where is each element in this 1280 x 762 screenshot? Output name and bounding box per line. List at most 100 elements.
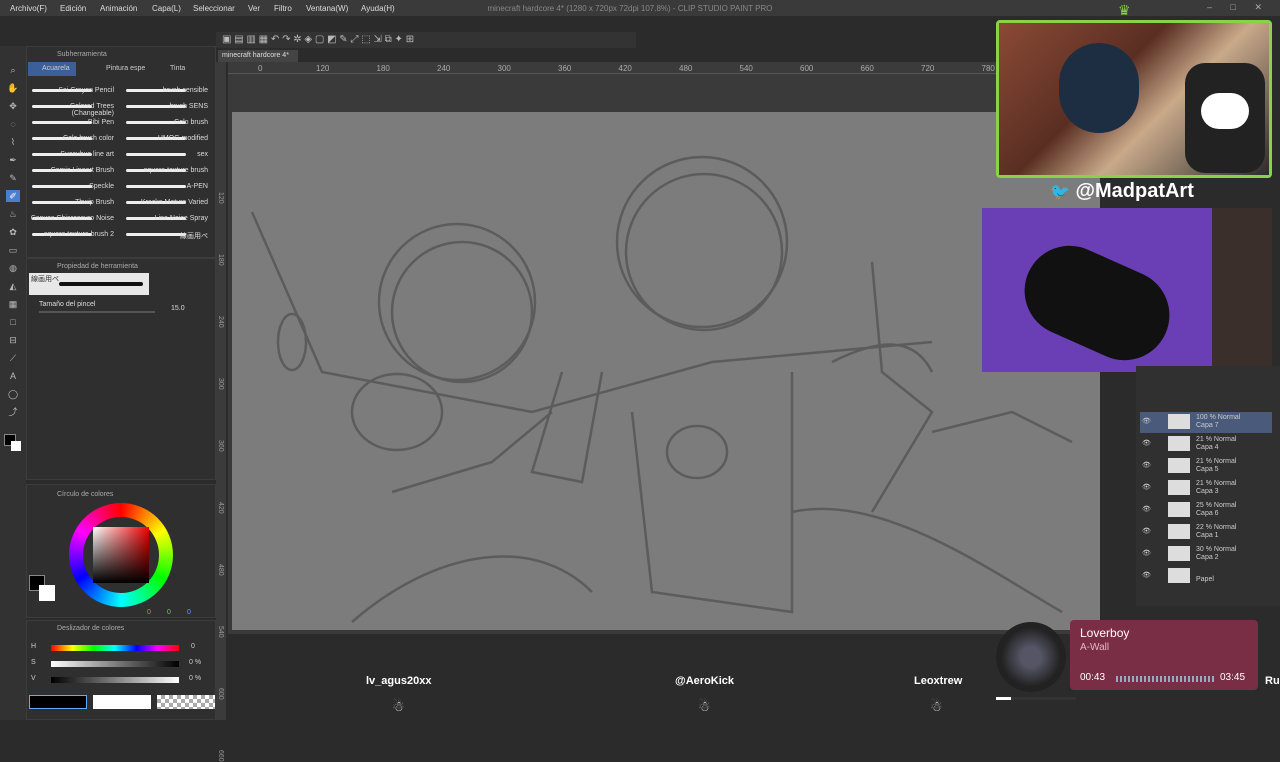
layer-row[interactable]: 👁 100 % Normal Capa 7 (1140, 412, 1272, 433)
blend-icon[interactable]: ◍ (6, 262, 20, 274)
visibility-eye-icon[interactable]: 👁 (1142, 527, 1151, 535)
move-icon[interactable]: ✥ (6, 100, 20, 112)
document-tab[interactable]: minecraft hardcore 4* (218, 50, 298, 62)
text-icon[interactable]: A (6, 370, 20, 382)
command-icons[interactable]: ▣ ▤ ▥ ▦ ↶ ↷ ✲ ◈ ▢ ◩ ✎ ⤢ ⬚ ⇲ ⧉ ✦ ⊞ (222, 34, 414, 45)
lasso-icon[interactable]: ◌ (6, 118, 20, 130)
brush-item[interactable]: Comic Lineart Brush (28, 167, 114, 174)
gradient-icon[interactable]: ▦ (6, 298, 20, 310)
layer-row[interactable]: 👁 25 % Normal Capa 6 (1140, 500, 1272, 521)
menu-edicion[interactable]: Edición (60, 4, 86, 13)
transparent-color-box[interactable] (157, 695, 215, 709)
menu-archivo[interactable]: Archivo(F) (10, 4, 47, 13)
brush-item[interactable]: Kracka Mature Varied (122, 199, 208, 206)
sub-color-swatch[interactable] (11, 441, 21, 451)
window-controls[interactable]: – □ ✕ (1207, 2, 1270, 13)
balloon-icon[interactable]: ◯ (6, 388, 20, 400)
cat-photo (1010, 231, 1184, 375)
slider-h-label: H (31, 643, 37, 650)
visibility-eye-icon[interactable]: 👁 (1142, 571, 1151, 579)
tab-pintura-especial[interactable]: Pintura espe (92, 62, 151, 76)
visibility-eye-icon[interactable]: 👁 (1142, 439, 1151, 447)
pen-icon[interactable]: ✒ (6, 154, 20, 166)
pencil-icon[interactable]: ✎ (6, 172, 20, 184)
hand-icon[interactable]: ✋ (6, 82, 20, 94)
brush-size-slider[interactable] (39, 311, 155, 313)
ruler-tick: 600 (800, 64, 814, 73)
layer-row[interactable]: 👁 21 % Normal Capa 5 (1140, 456, 1272, 477)
brush-item[interactable]: A-PEN (122, 183, 208, 190)
eyedropper-icon[interactable]: ⌇ (6, 136, 20, 148)
brush-item[interactable]: square texture brush 2 (28, 231, 114, 238)
sketch-drawing (250, 155, 1073, 623)
drawing-canvas[interactable] (232, 112, 1100, 630)
brush-item[interactable]: Canvas Chiaroscuro Noise (28, 215, 114, 222)
main-color-box[interactable] (29, 695, 87, 709)
layer-row[interactable]: 👁 Papel (1140, 566, 1272, 587)
decoration-icon[interactable]: ✿ (6, 226, 20, 238)
saturation-square[interactable] (93, 527, 149, 583)
avatar-sprite-3: ☃ (930, 698, 943, 714)
airbrush-icon[interactable]: ♨ (6, 208, 20, 220)
brush-size-label: Tamaño del pincel (39, 301, 96, 308)
menu-seleccionar[interactable]: Seleccionar (193, 4, 235, 13)
brush-item[interactable]: 線画用ペ (122, 231, 208, 241)
layer-row[interactable]: 👁 22 % Normal Capa 1 (1140, 522, 1272, 543)
sub-color-chip[interactable] (39, 585, 55, 601)
value-slider[interactable] (51, 677, 179, 683)
layer-row[interactable]: 👁 30 % Normal Capa 2 (1140, 544, 1272, 565)
brush-item[interactable]: square texture brush (122, 167, 208, 174)
layer-thumbnail (1168, 414, 1190, 429)
layer-name: Papel (1196, 576, 1214, 583)
brush-item[interactable]: Thwip Brush (28, 199, 114, 206)
eraser-icon[interactable]: ▭ (6, 244, 20, 256)
brush-item[interactable]: Bibi Pen (28, 119, 114, 126)
visibility-eye-icon[interactable]: 👁 (1142, 549, 1151, 557)
brush-item[interactable]: Sai Crayon Pencil (28, 87, 114, 94)
layer-row[interactable]: 👁 21 % Normal Capa 4 (1140, 434, 1272, 455)
menu-filtro[interactable]: Filtro (274, 4, 292, 13)
brush-item[interactable]: Colored Trees (Changeable) (28, 103, 114, 117)
saturation-slider[interactable] (51, 661, 179, 667)
brush-item[interactable]: brush SENS (122, 103, 208, 110)
twitter-icon: 🐦 (1050, 184, 1070, 201)
menu-ventana[interactable]: Ventana(W) (306, 4, 348, 13)
brush-item[interactable]: brush sensible (122, 87, 208, 94)
tool-property-panel: Propiedad de herramienta 線画用ペ Tamaño del… (26, 258, 216, 480)
fill-icon[interactable]: ◭ (6, 280, 20, 292)
layer-row[interactable]: 👁 21 % Normal Capa 3 (1140, 478, 1272, 499)
menu-ayuda[interactable]: Ayuda(H) (361, 4, 395, 13)
ruler-icon[interactable]: ⟋ (6, 352, 20, 364)
brush-icon[interactable]: ✐ (6, 190, 20, 202)
figure-icon[interactable]: □ (6, 316, 20, 328)
hue-slider[interactable] (51, 645, 179, 651)
visibility-eye-icon[interactable]: 👁 (1142, 417, 1151, 425)
ruler-tick-vertical: 240 (217, 316, 224, 328)
menu-capa[interactable]: Capa(L) (152, 4, 181, 13)
crown-icon: ♛ (1118, 2, 1131, 18)
zoom-icon[interactable]: ⌕ (6, 64, 20, 76)
menu-animacion[interactable]: Animación (100, 4, 137, 13)
brush-item[interactable]: Colo brush color (28, 135, 114, 142)
brush-item[interactable]: Succubus line art (28, 151, 114, 158)
tab-acuarela[interactable]: Acuarela (28, 62, 76, 76)
brush-item[interactable]: Line Noise Spray (122, 215, 208, 222)
tab-tinta[interactable]: Tinta (156, 62, 191, 76)
correct-line-icon[interactable]: ⤴ (6, 406, 20, 418)
menu-ver[interactable]: Ver (248, 4, 260, 13)
ruler-tick: 300 (497, 64, 511, 73)
frame-icon[interactable]: ⊟ (6, 334, 20, 346)
command-bar: ▣ ▤ ▥ ▦ ↶ ↷ ✲ ◈ ▢ ◩ ✎ ⤢ ⬚ ⇲ ⧉ ✦ ⊞ (216, 32, 636, 48)
visibility-eye-icon[interactable]: 👁 (1142, 483, 1151, 491)
brush-size-value[interactable]: 15.0 (171, 305, 185, 312)
visibility-eye-icon[interactable]: 👁 (1142, 505, 1151, 513)
layer-name: Capa 5 (1196, 466, 1219, 473)
viewer-name-4: Ru (1265, 675, 1280, 687)
hue-ring[interactable] (69, 503, 173, 607)
sub-color-box[interactable] (93, 695, 151, 709)
brush-item[interactable]: sex (122, 151, 208, 158)
brush-item[interactable]: Speckle (28, 183, 114, 190)
brush-item[interactable]: Colo brush (122, 119, 208, 126)
brush-item[interactable]: HMOG modified (122, 135, 208, 142)
visibility-eye-icon[interactable]: 👁 (1142, 461, 1151, 469)
